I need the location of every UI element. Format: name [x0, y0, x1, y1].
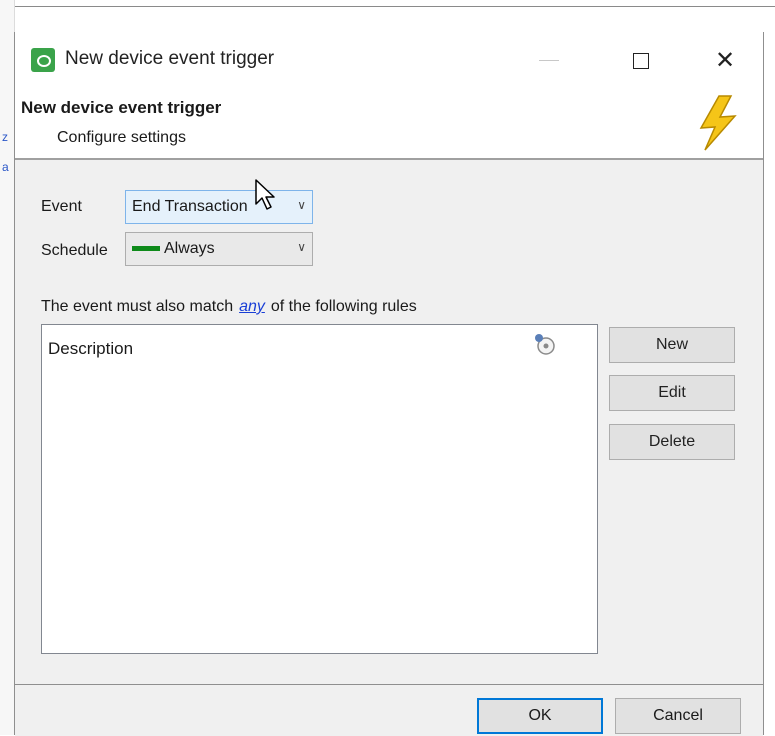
background-window-border: [0, 6, 775, 7]
title-bar: New device event trigger ✕: [15, 32, 763, 88]
window-title: New device event trigger: [65, 48, 275, 69]
lightning-bolt-icon: [699, 95, 737, 151]
edit-rule-button[interactable]: Edit: [609, 375, 735, 411]
maximize-button[interactable]: [623, 48, 659, 76]
app-icon: [31, 48, 55, 72]
header-subtitle: Configure settings: [57, 129, 186, 146]
event-dropdown[interactable]: End Transaction ∨: [125, 190, 313, 224]
rules-instruction: The event must also match any of the follo…: [41, 298, 417, 316]
rules-prefix: The event must also match: [41, 298, 234, 315]
dialog-window: New device event trigger ✕ New device ev…: [14, 32, 764, 736]
rules-suffix: of the following rules: [270, 298, 417, 315]
schedule-label: Schedule: [41, 242, 108, 259]
chevron-down-icon: ∨: [297, 240, 306, 254]
close-button[interactable]: ✕: [707, 48, 743, 76]
background-link-fragment: z: [2, 130, 8, 144]
mouse-pointer-icon: [255, 179, 275, 210]
column-chooser-icon[interactable]: [532, 331, 558, 357]
cancel-button[interactable]: Cancel: [615, 698, 741, 734]
header-title: New device event trigger: [21, 98, 222, 117]
dialog-footer: OK Cancel: [15, 684, 763, 736]
chevron-down-icon: ∨: [297, 198, 306, 212]
ok-button[interactable]: OK: [477, 698, 603, 734]
schedule-dropdown[interactable]: Always ∨: [125, 232, 313, 266]
delete-rule-button[interactable]: Delete: [609, 424, 735, 460]
schedule-dropdown-value: Always: [164, 240, 215, 257]
match-mode-link[interactable]: any: [239, 298, 265, 315]
background-link-fragment: a: [2, 160, 9, 174]
event-dropdown-value: End Transaction: [132, 198, 248, 215]
schedule-color-swatch: [132, 246, 160, 252]
event-label: Event: [41, 198, 82, 215]
new-rule-button[interactable]: New: [609, 327, 735, 363]
rules-list[interactable]: Description: [41, 324, 598, 654]
description-column-header[interactable]: Description: [48, 339, 133, 359]
background-window-edge: z a: [0, 0, 15, 735]
dialog-header: New device event trigger Configure setti…: [15, 88, 763, 160]
minimize-button[interactable]: [539, 60, 559, 61]
